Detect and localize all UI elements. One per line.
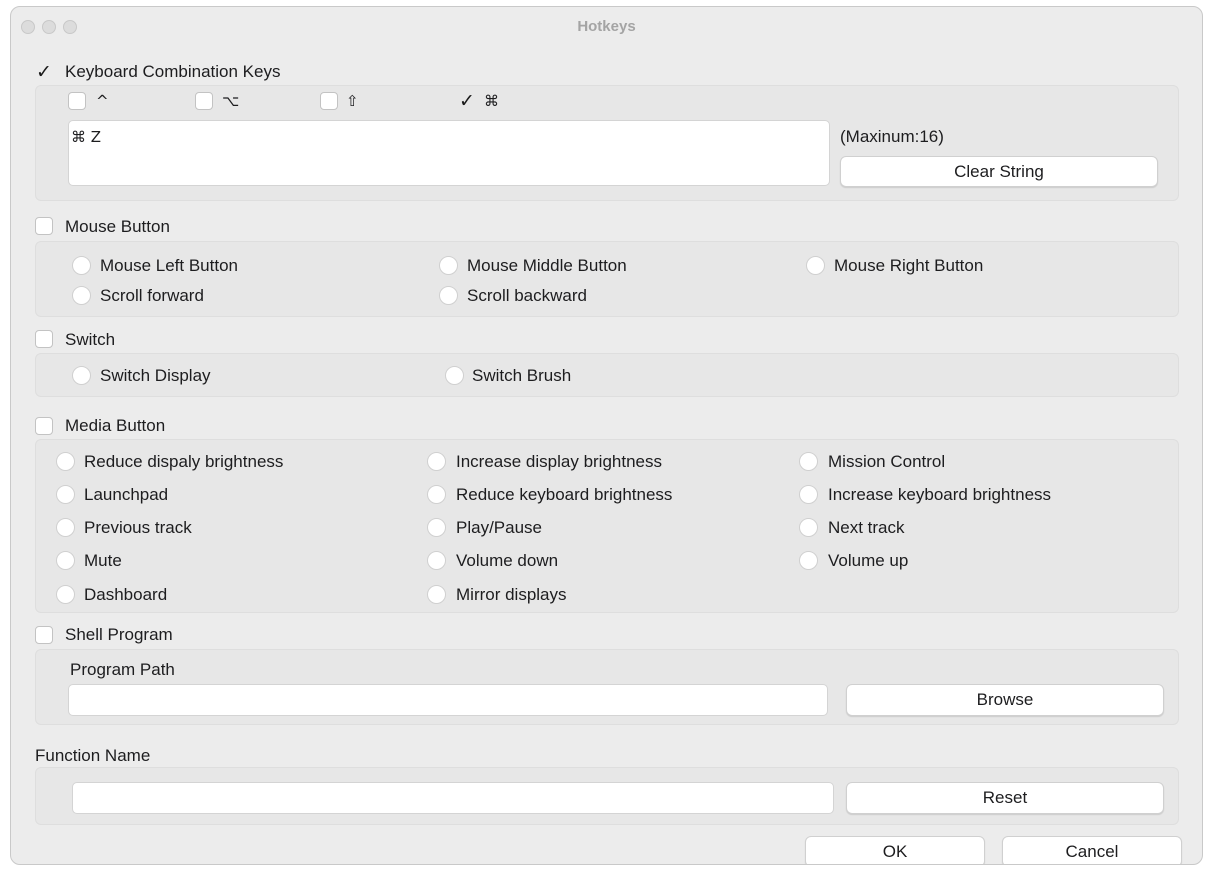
mouse-right-button-radio[interactable] [806, 256, 825, 275]
reduce-display-brightness-radio[interactable] [56, 452, 75, 471]
switch-display-label: Switch Display [100, 366, 211, 385]
scroll-forward-radio[interactable] [72, 286, 91, 305]
mouse-left-button-label: Mouse Left Button [100, 256, 238, 275]
media-button-panel: Reduce dispaly brightness Increase displ… [35, 439, 1179, 613]
shell-program-checkbox[interactable] [35, 626, 53, 644]
reduce-keyboard-brightness-label: Reduce keyboard brightness [456, 485, 673, 504]
reset-button[interactable]: Reset [846, 782, 1164, 814]
volume-down-label: Volume down [456, 551, 559, 570]
title-bar: Hotkeys [11, 7, 1202, 49]
mute-label: Mute [84, 551, 122, 570]
media-button-label: Media Button [65, 416, 166, 435]
shell-program-label: Shell Program [65, 625, 173, 644]
clear-string-button[interactable]: Clear String [840, 156, 1158, 187]
maximum-length-note: (Maxinum:16) [840, 127, 944, 146]
keyboard-combination-checkbox[interactable] [35, 61, 53, 83]
dashboard-radio[interactable] [56, 585, 75, 604]
function-name-label: Function Name [35, 746, 151, 765]
media-button-checkbox[interactable] [35, 417, 53, 435]
play-pause-label: Play/Pause [456, 518, 542, 537]
option-key-icon: ⌥ [222, 92, 240, 110]
shift-modifier-checkbox[interactable] [320, 92, 338, 110]
control-key-icon: ^ [96, 92, 109, 110]
switch-brush-radio[interactable] [445, 366, 464, 385]
key-string-value: ⌘ Z [71, 128, 102, 146]
dashboard-label: Dashboard [84, 585, 168, 604]
scroll-forward-label: Scroll forward [100, 286, 204, 305]
volume-up-radio[interactable] [799, 551, 818, 570]
browse-button[interactable]: Browse [846, 684, 1164, 716]
increase-keyboard-brightness-radio[interactable] [799, 485, 818, 504]
keyboard-combination-panel: ^ ⌥ ⇧ ⌘ ⌘ Z (Maxinum:16) Clear String [35, 85, 1179, 201]
reduce-display-brightness-label: Reduce dispaly brightness [84, 452, 284, 471]
previous-track-label: Previous track [84, 518, 192, 537]
program-path-input[interactable] [68, 684, 828, 716]
control-modifier-checkbox[interactable] [68, 92, 86, 110]
previous-track-radio[interactable] [56, 518, 75, 537]
mirror-displays-radio[interactable] [427, 585, 446, 604]
key-string-field[interactable]: ⌘ Z [68, 120, 830, 186]
reduce-keyboard-brightness-radio[interactable] [427, 485, 446, 504]
scroll-backward-radio[interactable] [439, 286, 458, 305]
switch-brush-label: Switch Brush [472, 366, 572, 385]
function-name-input[interactable] [72, 782, 834, 814]
scroll-backward-label: Scroll backward [467, 286, 587, 305]
next-track-radio[interactable] [799, 518, 818, 537]
volume-down-radio[interactable] [427, 551, 446, 570]
switch-display-radio[interactable] [72, 366, 91, 385]
mission-control-label: Mission Control [828, 452, 946, 471]
function-name-panel: Reset [35, 767, 1179, 825]
play-pause-radio[interactable] [427, 518, 446, 537]
shell-program-panel: Program Path Browse [35, 649, 1179, 725]
mouse-button-panel: Mouse Left Button Mouse Middle Button Mo… [35, 241, 1179, 317]
mouse-left-button-radio[interactable] [72, 256, 91, 275]
mouse-middle-button-label: Mouse Middle Button [467, 256, 627, 275]
hotkeys-window: Hotkeys Keyboard Combination Keys ^ ⌥ ⇧ … [10, 6, 1203, 865]
shift-key-icon: ⇧ [346, 92, 359, 110]
launchpad-radio[interactable] [56, 485, 75, 504]
keyboard-combination-label: Keyboard Combination Keys [65, 62, 281, 81]
option-modifier-checkbox[interactable] [195, 92, 213, 110]
mouse-button-label: Mouse Button [65, 217, 170, 236]
mouse-right-button-label: Mouse Right Button [834, 256, 984, 275]
switch-panel: Switch Display Switch Brush [35, 353, 1179, 397]
increase-keyboard-brightness-label: Increase keyboard brightness [828, 485, 1052, 504]
mouse-button-checkbox[interactable] [35, 217, 53, 235]
mission-control-radio[interactable] [799, 452, 818, 471]
command-modifier-checkbox[interactable] [458, 90, 476, 112]
volume-up-label: Volume up [828, 551, 909, 570]
increase-display-brightness-label: Increase display brightness [456, 452, 663, 471]
next-track-label: Next track [828, 518, 905, 537]
mouse-middle-button-radio[interactable] [439, 256, 458, 275]
ok-button[interactable]: OK [805, 836, 985, 864]
program-path-label: Program Path [70, 660, 175, 679]
launchpad-label: Launchpad [84, 485, 169, 504]
mirror-displays-label: Mirror displays [456, 585, 567, 604]
mute-radio[interactable] [56, 551, 75, 570]
cancel-button[interactable]: Cancel [1002, 836, 1182, 864]
command-key-icon: ⌘ [484, 92, 499, 110]
switch-checkbox[interactable] [35, 330, 53, 348]
increase-display-brightness-radio[interactable] [427, 452, 446, 471]
window-title: Hotkeys [577, 18, 636, 35]
switch-label: Switch [65, 330, 116, 349]
